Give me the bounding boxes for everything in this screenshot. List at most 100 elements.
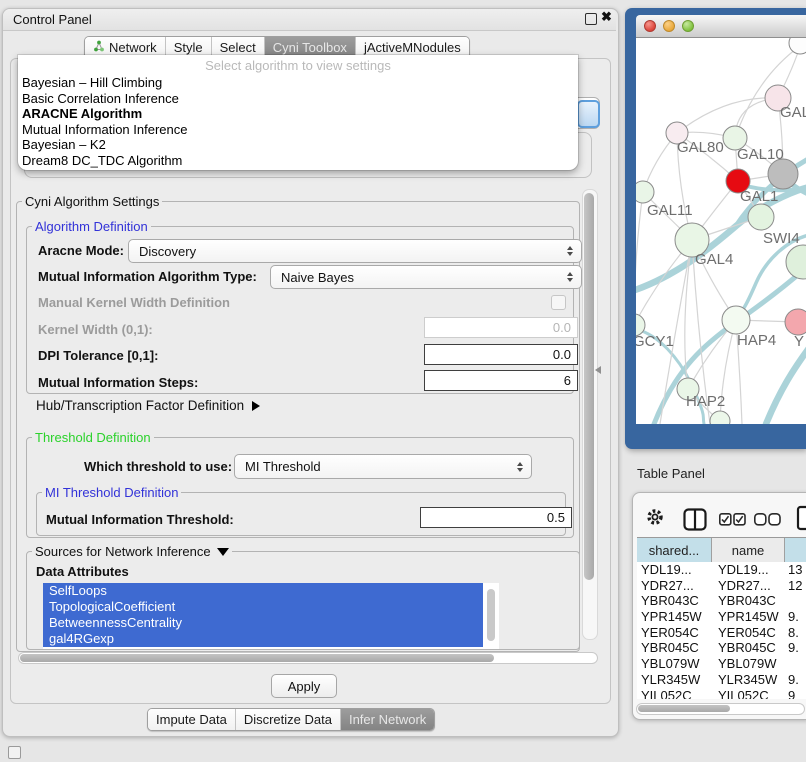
node-gcy1-label: GCY1: [636, 333, 674, 350]
window-close-button[interactable]: [644, 20, 656, 32]
settings-horizontal-scrollbar-thumb[interactable]: [20, 654, 494, 662]
algorithm-option-bayesian-hill-climbing[interactable]: Bayesian – Hill Climbing: [18, 75, 578, 91]
spinner-arrows-icon: [517, 462, 523, 472]
document-icon[interactable]: [796, 505, 806, 536]
network-canvas[interactable]: GALGAL80GAL10GAL1GAL11SWI4GAL4GCY1HAP4YH…: [636, 38, 806, 424]
hub-definition-disclosure[interactable]: Hub/Transcription Factor Definition: [36, 398, 260, 413]
table-row[interactable]: YBR043CYBR043C: [637, 593, 806, 609]
attribute-item-selfloops[interactable]: SelfLoops: [43, 583, 483, 599]
mi-threshold-field[interactable]: 0.5: [420, 507, 572, 528]
table-row[interactable]: YBL079WYBL079W: [637, 656, 806, 672]
dpi-tolerance-field[interactable]: 0.0: [424, 344, 578, 365]
manual-kernel-width-checkbox[interactable]: [551, 295, 566, 310]
disclosure-right-icon[interactable]: [252, 401, 260, 411]
algorithm-definition-label: Algorithm Definition: [32, 219, 151, 234]
table-cell: YER054C: [641, 625, 699, 641]
apply-button[interactable]: Apply: [271, 674, 337, 698]
column-header-shared[interactable]: shared...: [637, 538, 712, 562]
close-icon[interactable]: ✖: [601, 9, 612, 25]
node-hap4[interactable]: [722, 306, 750, 334]
tab-impute-data[interactable]: Impute Data: [148, 709, 236, 730]
attribute-item-gal4rgexp[interactable]: gal4RGexp: [43, 631, 483, 647]
table-cell: YDL19...: [718, 562, 769, 578]
data-attributes-list[interactable]: SelfLoopsTopologicalCoefficientBetweenne…: [43, 583, 499, 649]
node-pink-right-label: Y: [794, 333, 804, 350]
tab-label: Impute Data: [156, 712, 227, 727]
aracne-mode-combobox[interactable]: Discovery: [128, 239, 582, 263]
table-row[interactable]: YBR045CYBR045C9.: [637, 640, 806, 656]
column-header-partial[interactable]: [785, 538, 806, 562]
table-cell: 9.: [788, 672, 799, 688]
node-top-partial[interactable]: [789, 38, 806, 54]
table-cell: 9.: [788, 609, 799, 625]
kernel-width-label: Kernel Width (0,1):: [38, 322, 153, 337]
algorithm-option-bayesian-k2[interactable]: Bayesian – K2: [18, 137, 578, 153]
table-cell: YBR045C: [641, 640, 699, 656]
aracne-mode-label: Aracne Mode:: [38, 243, 124, 258]
kernel-width-field[interactable]: 0.0: [424, 317, 578, 338]
attribute-item-topologicalcoefficient[interactable]: TopologicalCoefficient: [43, 599, 483, 615]
algorithm-option-aracne-algorithm[interactable]: ARACNE Algorithm: [18, 106, 578, 122]
float-window-icon[interactable]: [585, 13, 597, 25]
sources-group-label-row[interactable]: Sources for Network Inference: [32, 544, 232, 559]
table-cell: YBR045C: [718, 640, 776, 656]
table-cell: 12: [788, 578, 802, 594]
tab-discretize-data[interactable]: Discretize Data: [236, 709, 341, 730]
node-swi4[interactable]: [748, 204, 774, 230]
spinner-arrows-icon: [567, 246, 573, 256]
mi-steps-field[interactable]: 6: [424, 370, 578, 391]
node-gal11[interactable]: [636, 181, 654, 203]
node-bottom-partial[interactable]: [710, 411, 730, 424]
gear-icon[interactable]: [645, 507, 665, 532]
table-cell: YBR043C: [641, 593, 699, 609]
algorithm-option-mutual-information-inference[interactable]: Mutual Information Inference: [18, 122, 578, 138]
table-panel-title: Table Panel: [637, 466, 705, 481]
algorithm-option-dream8-dc-tdc-algorithm[interactable]: Dream8 DC_TDC Algorithm: [18, 153, 578, 169]
node-gray[interactable]: [768, 159, 798, 189]
table-row[interactable]: YIL052CYIL052C9: [637, 688, 806, 700]
column-header-name[interactable]: name: [712, 538, 785, 562]
node-pink-right[interactable]: [785, 309, 806, 335]
which-threshold-combobox[interactable]: MI Threshold: [234, 454, 532, 479]
window-zoom-button[interactable]: [682, 20, 694, 32]
mi-algorithm-type-label: Mutual Information Algorithm Type:: [38, 269, 257, 284]
table-row[interactable]: YLR345WYLR345W9.: [637, 672, 806, 688]
cyni-algorithm-settings-label: Cyni Algorithm Settings: [22, 194, 162, 209]
table-cell: YLR345W: [718, 672, 777, 688]
splitter-collapse-icon[interactable]: [595, 366, 601, 374]
table-row[interactable]: YDR27...YDR27...12: [637, 578, 806, 594]
table-row[interactable]: YDL19...YDL19...13: [637, 562, 806, 578]
table-horizontal-scrollbar-thumb[interactable]: [638, 705, 730, 712]
tab-infer-network[interactable]: Infer Network: [341, 709, 434, 730]
algorithm-option-basic-correlation-inference[interactable]: Basic Correlation Inference: [18, 91, 578, 107]
tab-label: Cyni Toolbox: [273, 40, 347, 55]
attribute-item-betweennesscentrality[interactable]: BetweennessCentrality: [43, 615, 483, 631]
control-panel-titlebar[interactable]: [3, 9, 616, 31]
columns-icon[interactable]: [683, 508, 707, 536]
tab-label: Network: [109, 40, 157, 55]
application-root: Control Panel ✖ NetworkStyleSelectCyni T…: [0, 0, 806, 762]
algorithm-popup-list: Bayesian – Hill ClimbingBasic Correlatio…: [18, 75, 578, 169]
spinner-arrows-icon: [567, 272, 573, 282]
select-all-checkboxes-icon[interactable]: [719, 513, 746, 531]
threshold-definition-label: Threshold Definition: [32, 430, 154, 445]
disclosure-down-icon[interactable]: [217, 548, 229, 556]
mi-threshold-label: Mutual Information Threshold:: [46, 512, 234, 527]
deselect-all-checkboxes-icon[interactable]: [754, 513, 781, 531]
network-window-titlebar[interactable]: [636, 15, 806, 38]
network-view-window: GALGAL80GAL10GAL1GAL11SWI4GAL4GCY1HAP4YH…: [625, 8, 806, 449]
mi-algorithm-type-combobox[interactable]: Naive Bayes: [270, 265, 582, 289]
table-row[interactable]: YER054CYER054C8.: [637, 625, 806, 641]
node-gal1-label: GAL1: [740, 188, 778, 205]
window-minimize-button[interactable]: [663, 20, 675, 32]
table-panel-window: shared...name YDL19...YDL19...13YDR27...…: [632, 492, 806, 720]
table-body: YDL19...YDL19...13YDR27...YDR27...12YBR0…: [637, 562, 806, 699]
attributes-list-scrollbar-thumb[interactable]: [487, 589, 495, 641]
network-canvas-container[interactable]: GALGAL80GAL10GAL1GAL11SWI4GAL4GCY1HAP4YH…: [636, 38, 806, 424]
docked-panel-icon[interactable]: [8, 746, 21, 759]
node-hap4-label: HAP4: [737, 332, 776, 349]
table-row[interactable]: YPR145WYPR145W9.: [637, 609, 806, 625]
table-cell: YBL079W: [641, 656, 700, 672]
node-big-right[interactable]: [786, 245, 806, 279]
settings-vertical-scrollbar-thumb[interactable]: [584, 193, 594, 580]
